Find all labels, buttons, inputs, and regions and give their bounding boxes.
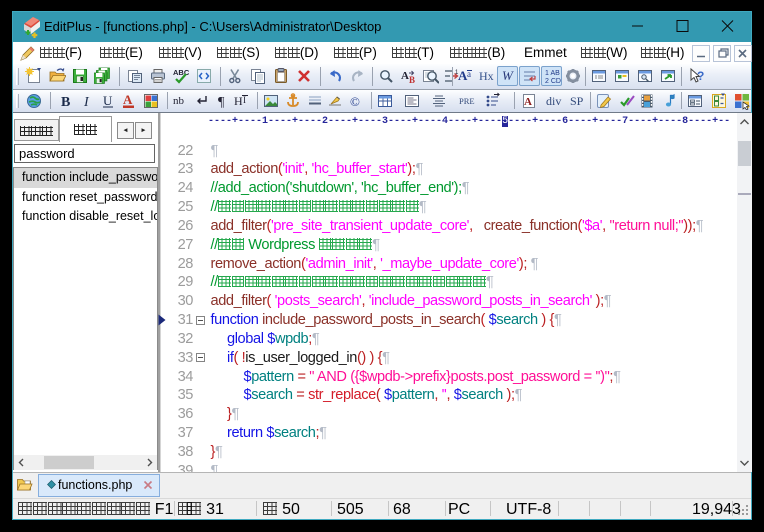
svg-text:Hx: Hx [479, 69, 494, 83]
svg-text:W: W [502, 68, 514, 83]
svg-text:2 CD: 2 CD [545, 78, 561, 85]
svg-text:U: U [103, 93, 113, 108]
svg-text:PRE: PRE [459, 96, 475, 106]
svg-text:©: © [350, 94, 360, 109]
svg-text:I: I [83, 95, 90, 110]
svg-text:I: I [243, 95, 246, 105]
svg-text:H: H [234, 94, 243, 108]
svg-text:?: ? [697, 69, 704, 83]
svg-text:1 AB: 1 AB [545, 70, 560, 77]
svg-text:A: A [123, 92, 133, 107]
svg-text:B: B [409, 75, 415, 85]
svg-text:ABC: ABC [173, 68, 190, 77]
svg-text:div: div [546, 94, 561, 108]
svg-text:A: A [401, 70, 409, 82]
svg-text:nb: nb [173, 95, 185, 107]
svg-text:SP: SP [570, 94, 584, 108]
svg-text:A: A [524, 96, 532, 108]
svg-text:B: B [61, 95, 70, 110]
svg-text:¶: ¶ [218, 95, 225, 110]
